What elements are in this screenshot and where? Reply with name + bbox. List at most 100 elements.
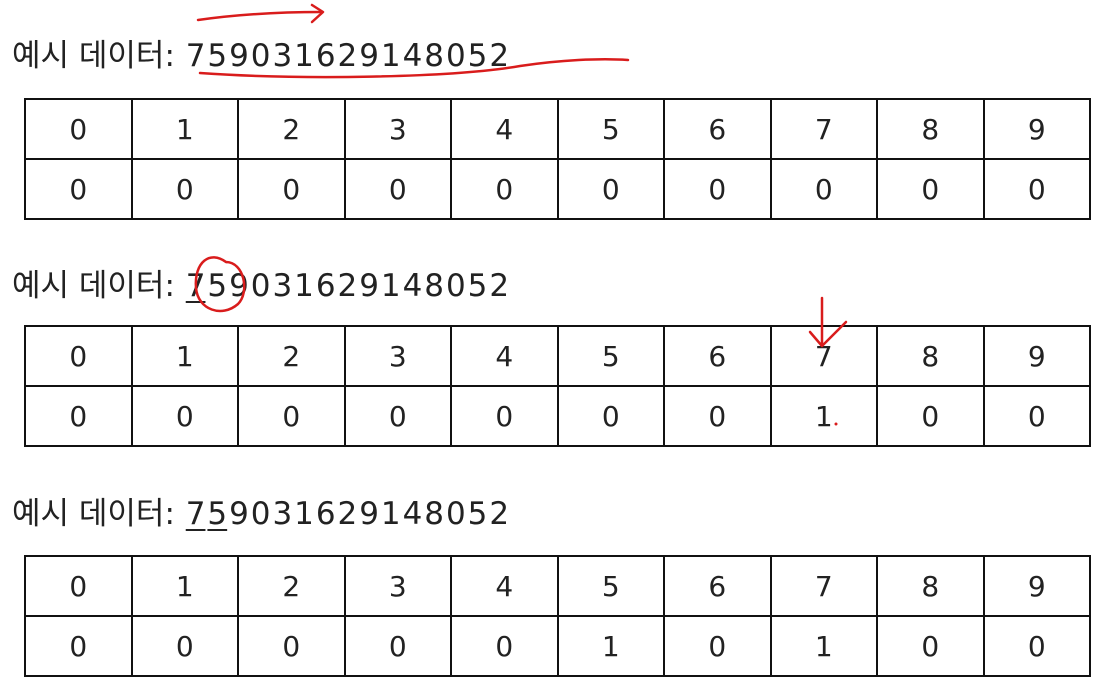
sequence-digit: 7	[185, 38, 206, 74]
sequence-digit: 5	[207, 268, 228, 304]
index-cell: 7	[769, 98, 878, 160]
sequence-digit: 0	[445, 38, 466, 74]
index-cell: 3	[343, 98, 452, 160]
index-cell: 8	[876, 98, 985, 160]
index-cell: 4	[450, 325, 559, 387]
index-cell: 0	[24, 325, 133, 387]
count-cell: 0	[663, 615, 772, 677]
index-cell: 8	[876, 325, 985, 387]
index-cell: 1	[130, 555, 239, 617]
count-cell: 0	[556, 158, 665, 220]
sequence-digit: 4	[402, 268, 423, 304]
index-cell: 9	[982, 555, 1091, 617]
index-cell: 5	[556, 555, 665, 617]
sequence-digit: 5	[467, 38, 488, 74]
sequence-digit: 2	[337, 38, 358, 74]
sequence-digit: 0	[445, 496, 466, 532]
count-cell: 1	[769, 615, 878, 677]
count-cell: 0	[24, 158, 133, 220]
index-cell: 8	[876, 555, 985, 617]
index-cell: 7	[769, 555, 878, 617]
sequence-digit: 2	[489, 496, 510, 532]
count-cell: 0	[130, 158, 239, 220]
scan-direction-arrowhead	[310, 3, 325, 24]
sequence-digit: 1	[294, 496, 314, 532]
sequence-digit: 0	[250, 268, 271, 304]
example-data-line-2: 예시 데이터: 759031629148052	[12, 260, 510, 304]
count-cell: 0	[769, 158, 878, 220]
example-data-digits: 759031629148052	[185, 496, 510, 532]
example-data-prefix: 예시 데이터:	[12, 268, 175, 304]
sequence-digit: 8	[424, 38, 445, 74]
count-cell: 0	[343, 385, 452, 447]
sequence-digit: 6	[315, 38, 336, 74]
sequence-digit: 9	[229, 38, 249, 74]
count-cell: 0	[343, 615, 452, 677]
count-cell: 0	[450, 158, 559, 220]
sequence-digit: 2	[337, 268, 358, 304]
index-cell: 0	[24, 555, 133, 617]
sequence-digit: 0	[250, 38, 271, 74]
count-cell: 0	[876, 385, 985, 447]
count-table-3: 0123456789 0000010100	[24, 555, 1091, 677]
sequence-digit: 2	[489, 268, 510, 304]
sequence-digit: 4	[402, 496, 423, 532]
index-cell: 3	[343, 325, 452, 387]
sequence-digit: 3	[272, 38, 293, 74]
count-cell: 0	[343, 158, 452, 220]
index-row: 0123456789	[24, 325, 1091, 387]
sequence-digit: 6	[315, 268, 336, 304]
count-table-1: 0123456789 0000000000	[24, 98, 1091, 220]
index-cell: 6	[663, 325, 772, 387]
sequence-digit: 2	[337, 496, 358, 532]
sequence-digit: 2	[489, 38, 510, 74]
index-cell: 6	[663, 555, 772, 617]
index-cell: 7	[769, 325, 878, 387]
count-cell: 0	[663, 158, 772, 220]
sequence-digit: 9	[229, 268, 249, 304]
example-data-prefix: 예시 데이터:	[12, 496, 175, 532]
sequence-digit: 3	[272, 496, 293, 532]
count-cell: 0	[982, 385, 1091, 447]
index-cell: 0	[24, 98, 133, 160]
count-cell: 1	[769, 385, 878, 447]
count-cell: 0	[450, 385, 559, 447]
count-cell: 0	[130, 385, 239, 447]
count-cell: 0	[237, 385, 346, 447]
index-cell: 3	[343, 555, 452, 617]
count-table-2: 0123456789 0000000100	[24, 325, 1091, 447]
sequence-digit: 9	[359, 38, 379, 74]
count-cell: 0	[237, 158, 346, 220]
sequence-digit: 0	[250, 496, 271, 532]
count-cell: 0	[982, 158, 1091, 220]
example-data-line-1: 예시 데이터: 759031629148052	[12, 30, 510, 74]
count-row: 0000000000	[24, 158, 1091, 220]
sequence-digit: 3	[272, 268, 293, 304]
sequence-digit: 7	[185, 496, 206, 532]
sequence-digit: 1	[380, 38, 401, 74]
count-cell: 0	[876, 158, 985, 220]
example-data-prefix: 예시 데이터:	[12, 38, 175, 74]
sequence-digit: 0	[445, 268, 466, 304]
sequence-digit: 4	[402, 38, 423, 74]
sequence-digit: 9	[359, 496, 379, 532]
sequence-digit: 9	[359, 268, 379, 304]
sequence-digit: 1	[380, 496, 401, 532]
count-cell: 0	[24, 385, 133, 447]
index-cell: 9	[982, 325, 1091, 387]
sequence-digit: 6	[315, 496, 336, 532]
sequence-digit: 7	[185, 268, 206, 304]
index-row: 0123456789	[24, 98, 1091, 160]
count-row: 0000000100	[24, 385, 1091, 447]
index-cell: 4	[450, 555, 559, 617]
index-row: 0123456789	[24, 555, 1091, 617]
index-cell: 9	[982, 98, 1091, 160]
index-cell: 1	[130, 98, 239, 160]
index-cell: 6	[663, 98, 772, 160]
scan-direction-arrow	[196, 10, 324, 22]
count-cell: 0	[130, 615, 239, 677]
sequence-digit: 9	[229, 496, 249, 532]
example-data-digits: 759031629148052	[185, 38, 510, 74]
sequence-digit: 1	[294, 268, 314, 304]
sequence-digit: 8	[424, 268, 445, 304]
